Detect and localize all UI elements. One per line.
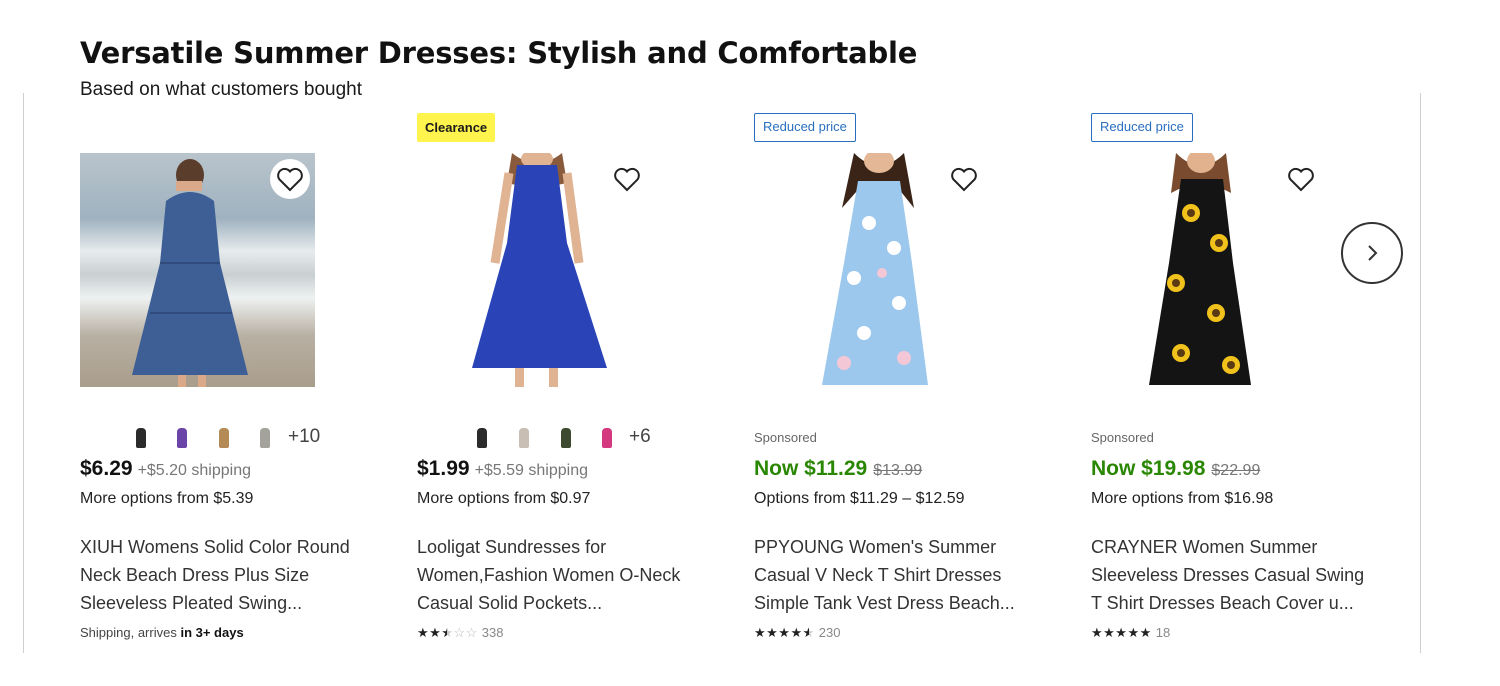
product-name[interactable]: CRAYNER Women Summer Sleeveless Dresses …	[1091, 533, 1371, 617]
review-count[interactable]: 18	[1156, 625, 1170, 640]
swatch-gray[interactable]	[260, 428, 270, 448]
product-card[interactable]: Reduced price Sponsored Now $19.98 $22.99…	[1091, 105, 1391, 655]
swatch-beige[interactable]	[519, 428, 529, 448]
more-options[interactable]: More options from $5.39	[80, 490, 253, 508]
color-swatches: +6	[417, 426, 717, 450]
swatch-black[interactable]	[136, 428, 146, 448]
swatch-pink[interactable]	[602, 428, 612, 448]
reduced-price-badge: Reduced price	[754, 113, 856, 142]
rating-row: ★★★★★ 18	[1091, 625, 1170, 641]
clearance-badge: Clearance	[417, 113, 496, 142]
rating-row: ★★★★★★ 230	[754, 625, 840, 641]
price-row: Now $11.29 $13.99	[754, 457, 922, 481]
price-row: $1.99 +$5.59 shipping	[417, 457, 588, 481]
current-price: Now $19.98	[1091, 457, 1206, 480]
product-card[interactable]: Reduced price Sponsored Now $11.29 $13.99…	[754, 105, 1054, 655]
product-card[interactable]: Clearance +6 $1.99 +$5.59 shipping More o…	[417, 105, 717, 655]
delivery-prefix: Shipping, arrives	[80, 625, 177, 640]
current-price: $6.29	[80, 457, 133, 480]
swatch-black[interactable]	[477, 428, 487, 448]
section-subtitle: Based on what customers bought	[80, 79, 363, 100]
star-rating: ★★★★★	[1091, 625, 1152, 640]
color-swatches: +10	[80, 426, 380, 450]
carousel-right-border	[1420, 93, 1421, 653]
sponsored-label: Sponsored	[1091, 430, 1154, 445]
product-name[interactable]: PPYOUNG Women's Summer Casual V Neck T S…	[754, 533, 1034, 617]
heart-outline-icon	[277, 167, 303, 192]
current-price: $1.99	[417, 457, 470, 480]
sponsored-label: Sponsored	[754, 430, 817, 445]
star-rating: ★★★★★★	[754, 625, 815, 640]
heart-outline-icon	[614, 167, 640, 192]
shipping-cost: +$5.20 shipping	[137, 462, 251, 479]
more-options[interactable]: More options from $0.97	[417, 490, 590, 508]
more-options[interactable]: More options from $16.98	[1091, 490, 1273, 508]
delivery-info: Shipping, arrives in 3+ days	[80, 625, 244, 640]
carousel-left-border	[23, 93, 24, 653]
review-count[interactable]: 230	[819, 625, 841, 640]
review-count[interactable]: 338	[482, 625, 504, 640]
price-row: Now $19.98 $22.99	[1091, 457, 1260, 481]
more-options[interactable]: Options from $11.29 – $12.59	[754, 490, 965, 508]
reduced-price-badge: Reduced price	[1091, 113, 1193, 142]
was-price: $22.99	[1211, 462, 1261, 479]
delivery-time: in 3+ days	[180, 625, 244, 640]
swatch-olive[interactable]	[561, 428, 571, 448]
chevron-right-icon	[1368, 245, 1378, 261]
product-name[interactable]: Looligat Sundresses for Women,Fashion Wo…	[417, 533, 697, 617]
favorite-button[interactable]	[270, 159, 310, 199]
section-header: Versatile Summer Dresses: Stylish and Co…	[80, 36, 917, 101]
more-colors-count[interactable]: +6	[629, 426, 651, 448]
more-colors-count[interactable]: +10	[288, 426, 320, 448]
favorite-button[interactable]	[607, 159, 647, 199]
star-rating: ★★★★☆☆	[417, 625, 478, 640]
product-card[interactable]: +10 $6.29 +$5.20 shipping More options fr…	[80, 105, 380, 655]
carousel-next-button[interactable]	[1341, 222, 1403, 284]
heart-outline-icon	[951, 167, 977, 192]
section-title: Versatile Summer Dresses: Stylish and Co…	[80, 36, 918, 70]
price-row: $6.29 +$5.20 shipping	[80, 457, 251, 481]
swatch-khaki[interactable]	[219, 428, 229, 448]
was-price: $13.99	[873, 462, 923, 479]
shipping-cost: +$5.59 shipping	[474, 462, 588, 479]
heart-outline-icon	[1288, 167, 1314, 192]
product-name[interactable]: XIUH Womens Solid Color Round Neck Beach…	[80, 533, 360, 617]
rating-row: ★★★★☆☆ 338	[417, 625, 503, 641]
favorite-button[interactable]	[944, 159, 984, 199]
current-price: Now $11.29	[754, 457, 868, 480]
favorite-button[interactable]	[1281, 159, 1321, 199]
swatch-purple[interactable]	[177, 428, 187, 448]
